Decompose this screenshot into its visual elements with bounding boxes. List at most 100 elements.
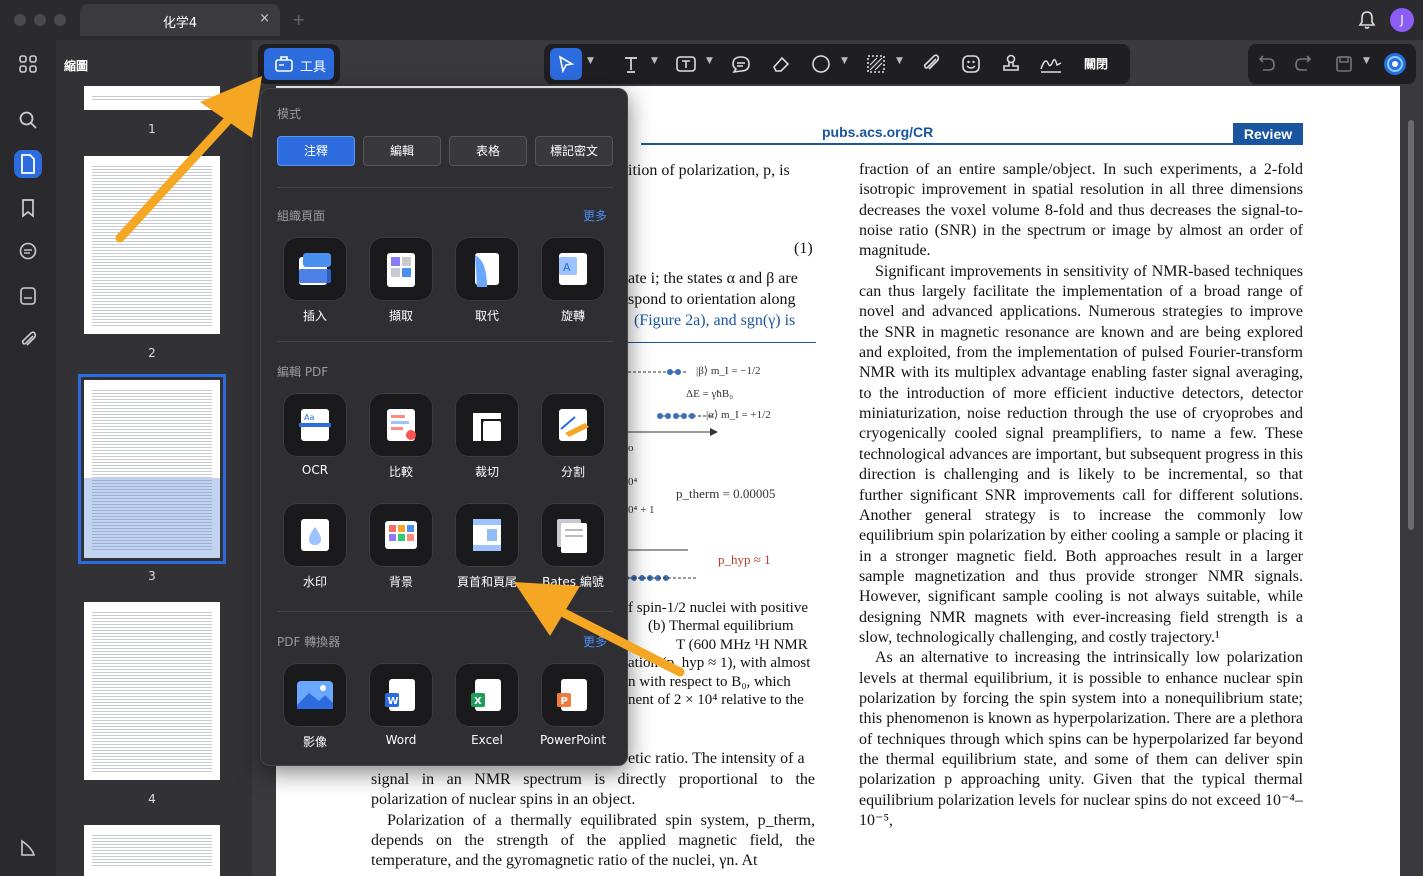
- comment-icon[interactable]: [14, 238, 42, 266]
- rotate-page-tile[interactable]: A: [541, 237, 605, 301]
- page-thumbnail-1[interactable]: [84, 86, 220, 110]
- caption-line-5: n with respect to B₀, which: [628, 674, 791, 690]
- ai-assistant-icon[interactable]: [1383, 52, 1407, 76]
- paperclip-icon[interactable]: [919, 52, 943, 76]
- shape-tool-icon[interactable]: [809, 52, 833, 76]
- sticker-icon[interactable]: [959, 52, 983, 76]
- close-window-button[interactable]: [14, 14, 26, 26]
- extract-label: 擷取: [388, 309, 413, 323]
- undo-icon[interactable]: [1255, 52, 1279, 76]
- stamp-icon[interactable]: [999, 52, 1023, 76]
- form-icon[interactable]: [14, 282, 42, 310]
- crop-tile[interactable]: [455, 393, 519, 457]
- chevron-down-icon[interactable]: ▼: [841, 56, 848, 66]
- journal-link[interactable]: pubs.acs.org/CR: [822, 124, 933, 140]
- replace-page-tile[interactable]: [455, 237, 519, 301]
- mode-redact-button[interactable]: 標記密文: [535, 136, 613, 166]
- document-tab[interactable]: 化学4 ×: [80, 4, 280, 36]
- tools-popup: 模式 注釋 編輯 表格 標記密文 組織頁面 更多 插入 擷取 取代 A 旋轉 編…: [260, 88, 628, 766]
- ocr-tile[interactable]: Aa: [283, 393, 347, 457]
- svg-text:Aa: Aa: [304, 413, 314, 422]
- zoom-window-button[interactable]: [54, 14, 66, 26]
- powerpoint-convert-tile[interactable]: P: [541, 663, 605, 727]
- compare-tile[interactable]: [369, 393, 433, 457]
- insert-icon: [299, 253, 331, 285]
- equation-number: (1): [794, 240, 813, 257]
- right-paragraph-2: Significant improvements in sensitivity …: [859, 262, 1303, 646]
- divider: [277, 341, 613, 342]
- signature-icon[interactable]: [1039, 52, 1063, 76]
- extract-page-tile[interactable]: [369, 237, 433, 301]
- chevron-down-icon[interactable]: ▼: [587, 56, 594, 66]
- left-line-2: ate i; the states α and β are: [628, 270, 798, 287]
- tab-close-icon[interactable]: ×: [259, 11, 270, 26]
- chevron-down-icon[interactable]: ▼: [896, 56, 903, 66]
- mode-form-button[interactable]: 表格: [449, 136, 527, 166]
- save-icon[interactable]: [1332, 52, 1356, 76]
- minimize-window-button[interactable]: [34, 14, 46, 26]
- alpha-state-label: |α⟩ m_I = +1/2: [706, 409, 771, 421]
- header-footer-icon: [473, 519, 501, 551]
- word-convert-tile[interactable]: W: [369, 663, 433, 727]
- left-line-3: spond to orientation along: [628, 291, 796, 308]
- excel-convert-tile[interactable]: X: [455, 663, 519, 727]
- p-therm-label: p_therm = 0.00005: [676, 486, 776, 501]
- converter-section-title: PDF 轉換器: [277, 635, 341, 649]
- caption-line-2: (b) Thermal equilibrium: [648, 618, 794, 634]
- attachment-icon[interactable]: [14, 326, 42, 354]
- bates-numbering-tile[interactable]: [541, 503, 605, 567]
- text-tool-icon[interactable]: [619, 52, 643, 76]
- background-tile[interactable]: [369, 503, 433, 567]
- page-thumbnail-4[interactable]: [84, 602, 220, 780]
- grid-icon[interactable]: [14, 50, 42, 78]
- caption-line-1: f spin-1/2 nuclei with positive: [628, 600, 808, 616]
- fragment-c: o: [628, 442, 634, 454]
- thumbnails-icon[interactable]: [14, 150, 42, 178]
- header-footer-label: 頁首和頁尾: [456, 575, 517, 589]
- close-tools-button[interactable]: 關閉: [1084, 55, 1108, 72]
- insert-label: 插入: [302, 309, 327, 323]
- textbox-tool-icon[interactable]: [674, 52, 698, 76]
- page-thumbnail-3[interactable]: [78, 374, 226, 564]
- comment-tool-icon[interactable]: [729, 52, 753, 76]
- organize-section-title: 組織頁面: [277, 209, 326, 223]
- header-footer-tile[interactable]: [455, 503, 519, 567]
- tools-button[interactable]: 工具: [264, 48, 334, 80]
- converter-more-link[interactable]: 更多: [583, 633, 607, 650]
- search-icon[interactable]: [14, 106, 42, 134]
- sidebar-toggle-icon[interactable]: [14, 834, 42, 862]
- area-tool-icon[interactable]: [864, 52, 888, 76]
- chevron-down-icon[interactable]: ▼: [706, 56, 713, 66]
- user-avatar[interactable]: J: [1390, 8, 1414, 32]
- tools-label: 工具: [300, 60, 327, 75]
- divider: [277, 611, 613, 612]
- watermark-tile[interactable]: [283, 503, 347, 567]
- mode-edit-button[interactable]: 編輯: [363, 136, 441, 166]
- left-line-5: etic ratio. The intensity of a: [628, 750, 805, 767]
- insert-page-tile[interactable]: [283, 237, 347, 301]
- image-convert-tile[interactable]: [283, 663, 347, 727]
- page-thumbnail-2[interactable]: [84, 156, 220, 334]
- redo-icon[interactable]: [1291, 52, 1315, 76]
- thumbnail-sidebar: 縮圖 1 2 3 4: [56, 40, 252, 876]
- eraser-icon[interactable]: [769, 52, 793, 76]
- vertical-scrollbar[interactable]: [1408, 120, 1414, 530]
- page-thumbnail-5[interactable]: [84, 825, 220, 876]
- beta-state-label: |β⟩ m_I = −1/2: [696, 365, 761, 377]
- tab-title: 化学4: [162, 16, 198, 31]
- word-icon: W: [385, 679, 415, 711]
- powerpoint-icon: P: [557, 679, 587, 711]
- bookmark-icon[interactable]: [14, 194, 42, 222]
- split-tile[interactable]: [541, 393, 605, 457]
- chevron-down-icon[interactable]: ▼: [1363, 56, 1370, 66]
- bates-numbering-icon: [557, 519, 587, 553]
- bell-icon[interactable]: [1358, 10, 1376, 30]
- word-label: Word: [385, 733, 417, 747]
- chevron-down-icon[interactable]: ▼: [651, 56, 658, 66]
- left-line-4: (Figure 2a), and sgn(γ) is: [634, 312, 796, 329]
- delta-e-label: ΔE = γħB₀: [686, 388, 734, 400]
- organize-more-link[interactable]: 更多: [583, 207, 607, 224]
- mode-annotate-button[interactable]: 注釋: [277, 136, 355, 166]
- new-tab-button[interactable]: +: [292, 10, 305, 29]
- rotate-icon: A: [559, 253, 587, 285]
